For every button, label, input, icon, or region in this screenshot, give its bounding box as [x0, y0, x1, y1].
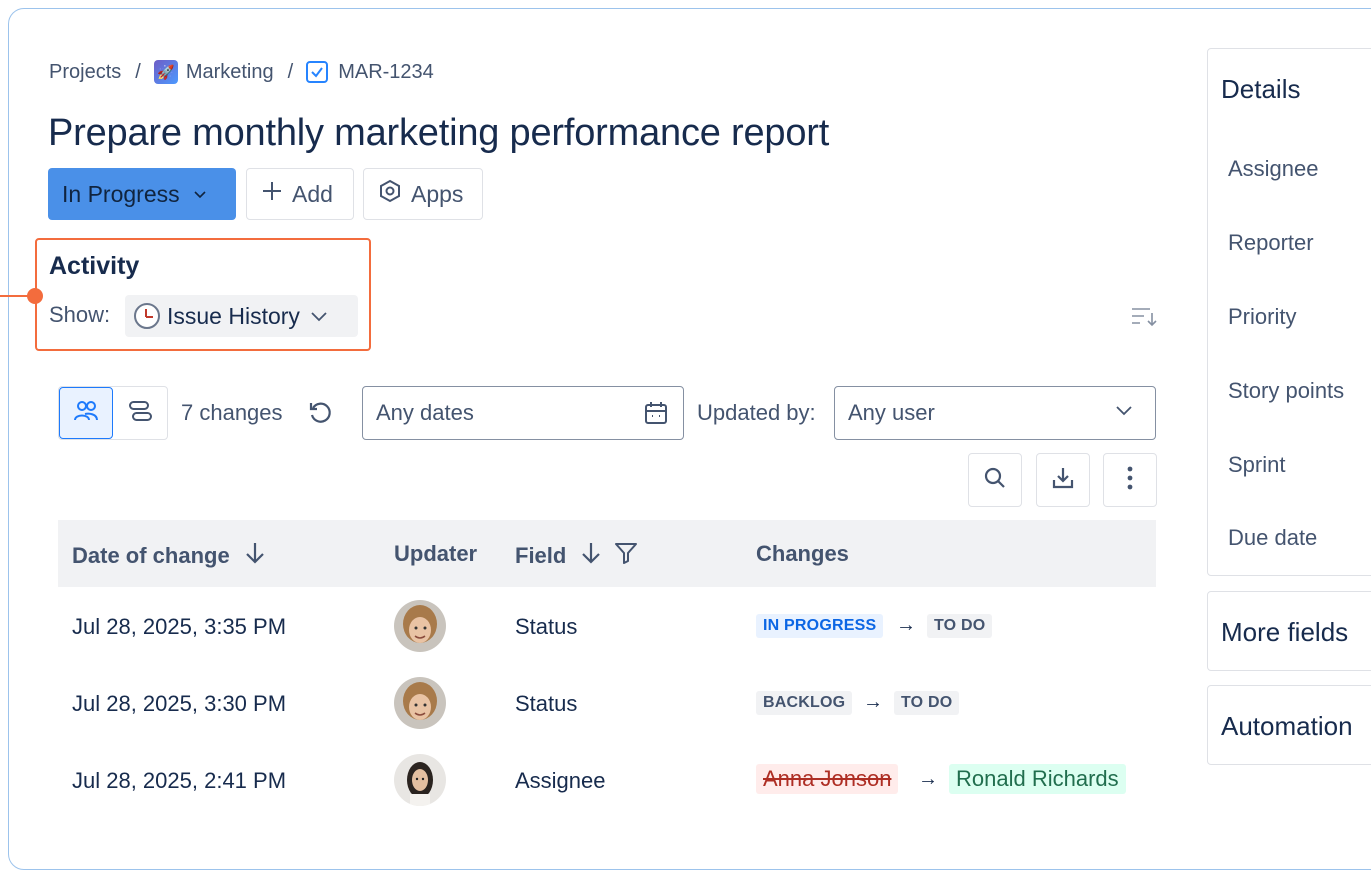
row-date: Jul 28, 2025, 3:35 PM: [72, 614, 287, 639]
field-due-date: Due date: [1228, 525, 1318, 550]
calendar-icon: [643, 400, 669, 432]
column-header-changes-label: Changes: [756, 541, 849, 566]
added-value: Ronald Richards: [949, 764, 1126, 794]
activity-type-select[interactable]: Issue History: [125, 295, 358, 337]
column-header-field-label: Field: [515, 543, 567, 568]
details-title[interactable]: Details: [1221, 74, 1300, 105]
arrow-down-icon: [580, 541, 602, 571]
field-sprint: Sprint: [1228, 452, 1286, 477]
apps-icon: [378, 179, 402, 209]
column-header-updater-label: Updater: [394, 541, 478, 566]
avatar[interactable]: [394, 754, 446, 806]
activity-type-value: Issue History: [167, 302, 300, 329]
updated-by-select[interactable]: Any user: [834, 386, 1156, 440]
removed-value: Anna Jonson: [756, 764, 899, 794]
avatar[interactable]: [394, 677, 446, 729]
arrow-right-icon: →: [896, 614, 916, 636]
date-range-input[interactable]: Any dates: [362, 386, 684, 440]
updated-by-label: Updated by:: [697, 400, 816, 425]
column-header-date[interactable]: Date of change: [72, 541, 266, 571]
breadcrumb-issue-key[interactable]: MAR-1234: [338, 61, 434, 84]
apps-button[interactable]: Apps: [363, 168, 483, 220]
row-date: Jul 28, 2025, 3:30 PM: [72, 691, 287, 716]
row-field: Assignee: [515, 768, 606, 793]
more-fields-title[interactable]: More fields: [1221, 617, 1348, 648]
timeline-icon: [127, 399, 153, 428]
row-field: Status: [515, 691, 578, 716]
status-button-label: In Progress: [62, 180, 180, 207]
chevron-down-icon: [194, 186, 206, 202]
row-field: Status: [515, 614, 578, 639]
chevron-down-icon: [311, 306, 327, 327]
show-label: Show:: [49, 302, 111, 327]
breadcrumb-separator: /: [135, 60, 141, 83]
more-actions-button[interactable]: [1103, 453, 1157, 507]
row-date: Jul 28, 2025, 2:41 PM: [72, 768, 287, 793]
download-button[interactable]: [1036, 453, 1090, 507]
field-reporter: Reporter: [1228, 230, 1314, 255]
field-priority: Priority: [1228, 304, 1297, 329]
timeline-view-toggle[interactable]: [113, 387, 167, 439]
people-view-toggle[interactable]: [59, 387, 113, 439]
arrow-down-icon: [244, 541, 266, 571]
breadcrumb: Projects / 🚀 Marketing / MAR-1234: [49, 60, 434, 84]
status-lozenge-from: IN PROGRESS: [756, 614, 884, 638]
rocket-icon: 🚀: [153, 60, 178, 84]
changes-count: 7 changes: [181, 400, 283, 425]
date-range-value: Any dates: [376, 400, 474, 425]
column-header-date-label: Date of change: [72, 543, 230, 568]
search-icon: [983, 466, 1007, 495]
view-toggle-group: [58, 386, 168, 440]
breadcrumb-projects[interactable]: Projects: [49, 61, 121, 84]
avatar[interactable]: [394, 600, 446, 652]
arrow-right-icon: →: [863, 691, 883, 713]
add-button[interactable]: Add: [246, 168, 354, 220]
column-header-updater[interactable]: Updater: [394, 541, 477, 567]
search-button[interactable]: [968, 453, 1022, 507]
task-checkbox-icon: [306, 61, 329, 83]
apps-button-label: Apps: [411, 180, 464, 207]
status-lozenge-to: TO DO: [894, 691, 960, 715]
reset-icon[interactable]: [307, 400, 333, 431]
automation-title[interactable]: Automation: [1221, 711, 1353, 742]
download-icon: [1050, 465, 1076, 496]
status-lozenge-to: TO DO: [927, 614, 993, 638]
status-lozenge-from: BACKLOG: [756, 691, 853, 715]
status-button[interactable]: In Progress: [48, 168, 236, 220]
field-assignee: Assignee: [1228, 156, 1319, 181]
sort-icon[interactable]: [1130, 305, 1158, 334]
arrow-right-icon: →: [918, 768, 938, 790]
column-header-field[interactable]: Field: [515, 541, 638, 571]
more-vertical-icon: [1126, 465, 1134, 496]
chevron-down-icon: [1115, 401, 1133, 422]
updated-by-value: Any user: [848, 400, 935, 425]
column-header-changes: Changes: [756, 541, 849, 567]
plus-icon: [261, 180, 283, 208]
issue-title[interactable]: Prepare monthly marketing performance re…: [48, 112, 829, 155]
people-icon: [72, 399, 100, 428]
clock-icon: [134, 303, 160, 329]
breadcrumb-project[interactable]: Marketing: [186, 61, 274, 84]
activity-heading: Activity: [49, 252, 140, 280]
breadcrumb-separator: /: [287, 60, 294, 83]
add-button-label: Add: [292, 180, 333, 207]
filter-icon[interactable]: [614, 541, 638, 571]
field-story-points: Story points: [1228, 378, 1345, 403]
